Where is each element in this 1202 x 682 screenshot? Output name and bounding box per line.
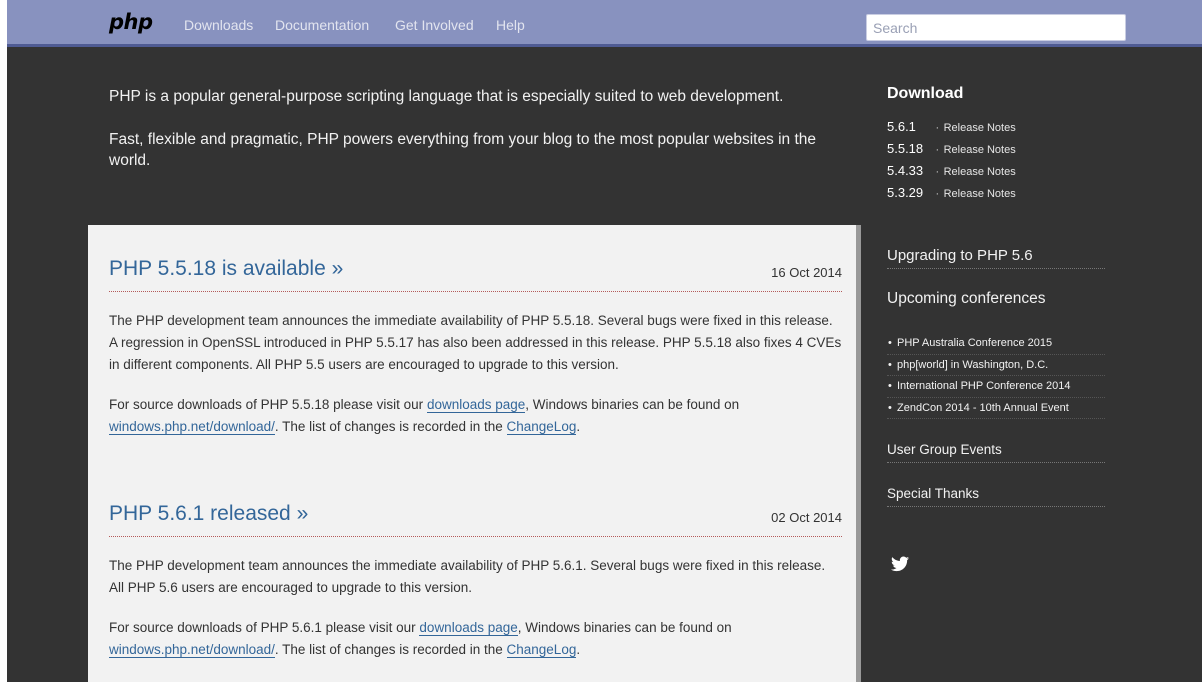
- user-group-events-link[interactable]: User Group Events: [887, 442, 1105, 463]
- conferences-heading[interactable]: Upcoming conferences: [887, 290, 1105, 312]
- article-text: , Windows binaries can be found on: [525, 397, 740, 412]
- downloads-page-link[interactable]: downloads page: [426, 397, 526, 413]
- release-notes-link[interactable]: Release Notes: [944, 144, 1016, 156]
- article-title-link[interactable]: PHP 5.5.18 is available »: [109, 257, 343, 281]
- conference-item[interactable]: ZendCon 2014 - 10th Annual Event: [887, 398, 1105, 419]
- nav-link-help[interactable]: Help: [496, 17, 525, 33]
- version-row: 5.4.33 · Release Notes: [887, 162, 1016, 180]
- conference-item[interactable]: PHP Australia Conference 2015: [887, 333, 1105, 355]
- separator: ·: [935, 166, 940, 178]
- separator: ·: [935, 144, 940, 156]
- article-title-link[interactable]: PHP 5.6.1 released »: [109, 502, 308, 526]
- version-row: 5.3.29 · Release Notes: [887, 184, 1016, 202]
- search-input[interactable]: [866, 14, 1126, 41]
- version-link[interactable]: 5.3.29: [887, 185, 931, 200]
- downloads-page-link[interactable]: downloads page: [419, 620, 518, 636]
- article-downloads: For source downloads of PHP 5.5.18 pleas…: [109, 394, 842, 438]
- version-link[interactable]: 5.4.33: [887, 163, 931, 178]
- separator: ·: [935, 122, 940, 134]
- article-text: . The list of changes is recorded in the: [274, 642, 507, 657]
- article-downloads: For source downloads of PHP 5.6.1 please…: [109, 617, 842, 661]
- conference-item[interactable]: International PHP Conference 2014: [887, 376, 1105, 398]
- intro-paragraph-1: PHP is a popular general-purpose scripti…: [109, 88, 784, 105]
- php-logo[interactable]: php: [109, 10, 153, 34]
- version-row: 5.6.1 · Release Notes: [887, 118, 1016, 136]
- nav-link-downloads[interactable]: Downloads: [184, 17, 253, 33]
- article-date: 02 Oct 2014: [771, 510, 842, 525]
- page: php Downloads Documentation Get Involved…: [7, 0, 1202, 682]
- article-text: For source downloads of PHP 5.6.1 please…: [109, 620, 420, 635]
- separator: ·: [935, 188, 940, 200]
- download-heading: Download: [887, 85, 964, 102]
- article-text: .: [576, 642, 581, 657]
- news-article: PHP 5.5.18 is available » 16 Oct 2014 Th…: [109, 257, 842, 438]
- news-article: PHP 5.6.1 released » 02 Oct 2014 The PHP…: [109, 502, 842, 661]
- version-row: 5.5.18 · Release Notes: [887, 140, 1016, 158]
- article-text: .: [576, 419, 581, 434]
- version-link[interactable]: 5.6.1: [887, 119, 931, 134]
- upgrading-link[interactable]: Upgrading to PHP 5.6: [887, 247, 1105, 269]
- twitter-icon[interactable]: [891, 556, 909, 572]
- article-header: PHP 5.5.18 is available » 16 Oct 2014: [109, 257, 842, 292]
- article-header: PHP 5.6.1 released » 02 Oct 2014: [109, 502, 842, 537]
- article-text: , Windows binaries can be found on: [517, 620, 732, 635]
- release-notes-link[interactable]: Release Notes: [944, 188, 1016, 200]
- navbar: php Downloads Documentation Get Involved…: [7, 0, 1202, 47]
- page-margin: [0, 0, 7, 682]
- changelog-link[interactable]: ChangeLog: [506, 419, 577, 435]
- conference-item[interactable]: php[world] in Washington, D.C.: [887, 355, 1105, 376]
- special-thanks-link[interactable]: Special Thanks: [887, 486, 1105, 507]
- conferences-list: PHP Australia Conference 2015 php[world]…: [887, 333, 1105, 419]
- windows-download-link[interactable]: windows.php.net/download/: [109, 419, 275, 435]
- windows-download-link[interactable]: windows.php.net/download/: [109, 642, 275, 658]
- article-text: . The list of changes is recorded in the: [274, 419, 507, 434]
- article-body: The PHP development team announces the i…: [109, 558, 826, 595]
- article-text: For source downloads of PHP 5.5.18 pleas…: [109, 397, 427, 412]
- article-body: The PHP development team announces the i…: [109, 313, 842, 372]
- article-date: 16 Oct 2014: [771, 265, 842, 280]
- nav-link-get-involved[interactable]: Get Involved: [395, 17, 474, 33]
- nav-link-documentation[interactable]: Documentation: [275, 17, 369, 33]
- news-panel: PHP 5.5.18 is available » 16 Oct 2014 Th…: [88, 225, 861, 682]
- release-notes-link[interactable]: Release Notes: [944, 122, 1016, 134]
- changelog-link[interactable]: ChangeLog: [506, 642, 577, 658]
- intro-paragraph-2: Fast, flexible and pragmatic, PHP powers…: [109, 131, 817, 169]
- release-notes-link[interactable]: Release Notes: [944, 166, 1016, 178]
- version-link[interactable]: 5.5.18: [887, 141, 931, 156]
